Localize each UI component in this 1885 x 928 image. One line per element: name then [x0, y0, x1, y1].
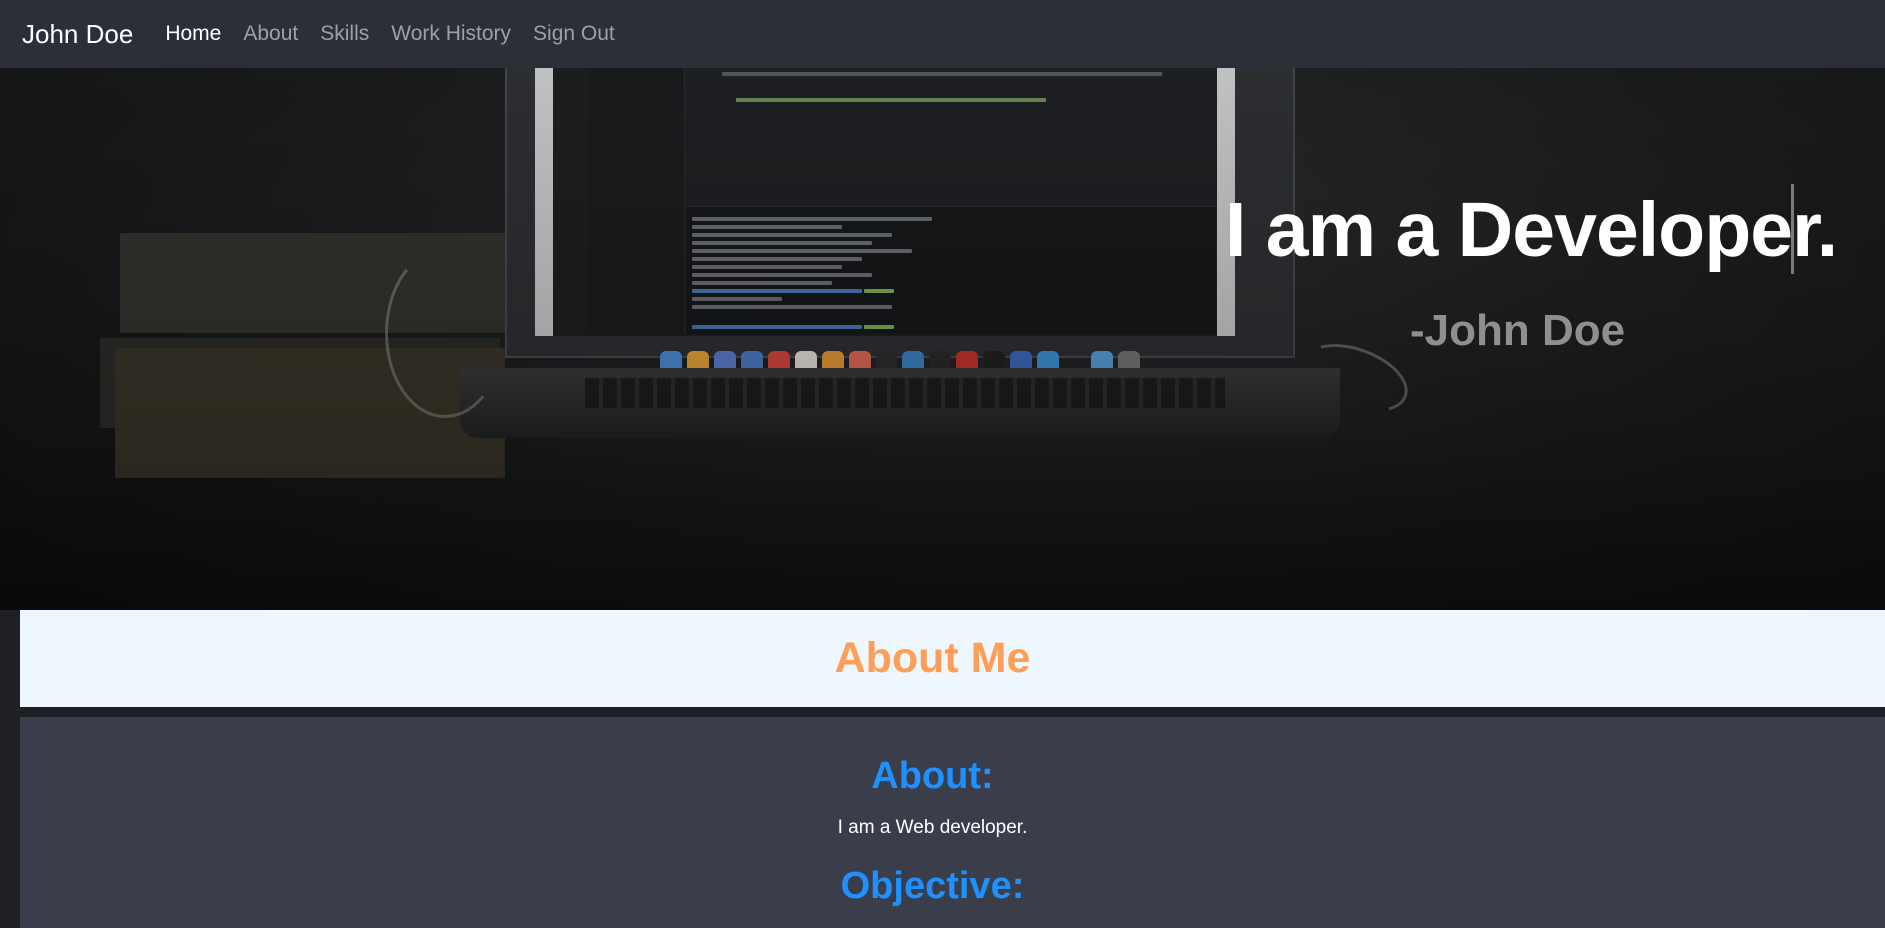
navbar: John Doe Home About Skills Work History … [0, 0, 1885, 68]
hero-title: I am a Developer. [1225, 187, 1838, 273]
hero-subtitle: -John Doe [1410, 306, 1626, 355]
typing-cursor [1791, 184, 1794, 274]
nav-link-home[interactable]: Home [165, 22, 221, 46]
nav-link-about[interactable]: About [243, 22, 298, 46]
hero-section: I am a Developer. -John Doe [0, 68, 1885, 610]
brand-link[interactable]: John Doe [22, 19, 133, 50]
about-content-section: About: I am a Web developer. Objective: [20, 717, 1885, 928]
nav-link-work-history[interactable]: Work History [391, 22, 511, 46]
about-heading: About: [871, 755, 994, 797]
nav-link-sign-out[interactable]: Sign Out [533, 22, 615, 46]
objective-heading: Objective: [840, 865, 1025, 907]
about-me-banner: About Me [20, 610, 1885, 707]
about-me-title: About Me [834, 634, 1031, 682]
about-text: I am a Web developer. [837, 817, 1028, 838]
nav-link-skills[interactable]: Skills [320, 22, 369, 46]
